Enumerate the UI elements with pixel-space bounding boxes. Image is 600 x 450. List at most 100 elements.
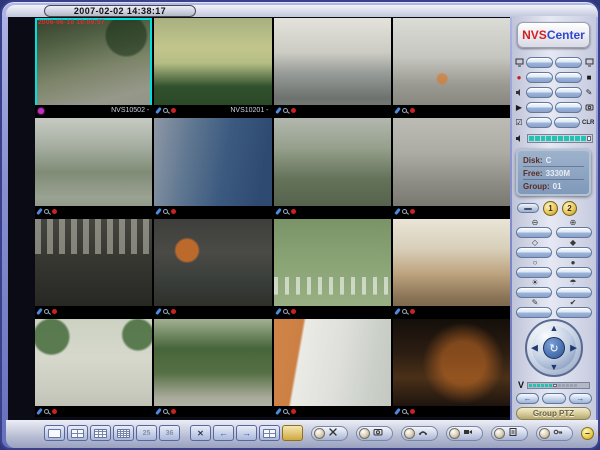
iris-close-button[interactable] (516, 267, 552, 278)
lock-tool-button[interactable] (539, 428, 550, 439)
camera-cell-5[interactable] (35, 118, 152, 216)
focus-far-button[interactable] (516, 247, 552, 258)
zoom-icon (44, 409, 49, 414)
camera-cell-4[interactable] (393, 18, 510, 116)
layout-36-button[interactable]: 36 (159, 425, 180, 441)
group-label: Group: (523, 182, 550, 191)
listen-button[interactable] (526, 87, 553, 98)
cycle-view-button[interactable] (259, 425, 280, 441)
snapshot-tool-button[interactable] (359, 428, 370, 439)
cruise-right-button[interactable]: → (569, 393, 592, 404)
microphone-icon (394, 207, 401, 214)
pan-left-button[interactable]: ◀ (531, 344, 538, 353)
minimize-button[interactable]: – (581, 427, 594, 440)
preset-set-button[interactable] (516, 307, 552, 318)
camera-cell-8[interactable] (393, 118, 510, 216)
group-1-button[interactable]: 1 (543, 201, 558, 216)
camera-status-bar (154, 406, 271, 417)
alarm-check-button[interactable] (526, 117, 552, 128)
volume-slider[interactable] (527, 134, 593, 143)
lock-group[interactable] (536, 426, 573, 441)
record-stop-button[interactable] (555, 72, 582, 83)
fullscreen-button[interactable]: ✕ (190, 425, 211, 441)
zoom-out-button[interactable] (516, 227, 552, 238)
log-tool-button[interactable] (494, 428, 505, 439)
page-prev-button[interactable]: ← (213, 425, 234, 441)
layout-16-button[interactable] (113, 425, 134, 441)
layout-4-button[interactable] (67, 425, 88, 441)
settings-group[interactable] (311, 426, 348, 441)
speed-slider[interactable] (527, 382, 590, 389)
ptz-joystick[interactable]: ▲ ▼ ◀ ▶ ↻ (525, 319, 583, 377)
zoom-in-icon: ⊕ (554, 218, 592, 227)
camera-cell-11[interactable] (274, 219, 391, 317)
page-next-button[interactable]: → (236, 425, 257, 441)
alarm-clear-button[interactable] (554, 117, 580, 128)
group-select-row: 1 2 (517, 200, 591, 216)
layout-9-button[interactable] (90, 425, 111, 441)
connect-button[interactable] (526, 57, 553, 68)
camera-cell-10[interactable] (154, 219, 271, 317)
speed-slider-handle[interactable] (553, 384, 557, 387)
ptz-zoom-row: ⊖ ⊕ (516, 218, 592, 238)
zoom-in-button[interactable] (556, 227, 592, 238)
snapshot-button[interactable] (555, 102, 582, 113)
log-group[interactable] (491, 426, 528, 441)
wiper-button[interactable] (556, 287, 592, 298)
cruise-left-button[interactable]: ← (516, 393, 539, 404)
record-tool-button[interactable] (449, 428, 460, 439)
record-dot-icon (410, 309, 415, 314)
camera-cell-14[interactable] (154, 319, 271, 417)
talk-tool-button[interactable] (404, 428, 415, 439)
camera-cell-15[interactable] (274, 319, 391, 417)
volume-slider-handle[interactable] (587, 136, 591, 141)
cruise-middle-button[interactable] (542, 393, 565, 404)
playback-row: ▶ (513, 101, 595, 114)
snapshot-group[interactable] (356, 426, 393, 441)
iris-open-button[interactable] (556, 267, 592, 278)
light-button[interactable] (516, 287, 552, 298)
preset-call-button[interactable] (556, 307, 592, 318)
pan-up-button[interactable]: ▲ (550, 324, 559, 333)
talk-button[interactable] (555, 87, 582, 98)
camera-cell-9[interactable] (35, 219, 152, 317)
record-dot-icon (410, 209, 415, 214)
microphone-icon (155, 207, 162, 214)
stop-icon: ■ (584, 73, 594, 83)
disk-line: Disk: C (523, 154, 584, 167)
settings-button[interactable] (314, 428, 325, 439)
camera-cell-3[interactable] (274, 18, 391, 116)
talk-group[interactable] (401, 426, 438, 441)
focus-near-button[interactable] (556, 247, 592, 258)
camera-cell-7[interactable] (274, 118, 391, 216)
zoom-icon (163, 108, 168, 113)
camera-cell-16[interactable] (393, 319, 510, 417)
camera-cell-2[interactable]: NVS10201 - (154, 18, 271, 116)
auto-pan-button[interactable]: ↻ (543, 337, 565, 359)
camera-cell-12[interactable] (393, 219, 510, 317)
free-label: Free: (523, 169, 543, 178)
pan-right-button[interactable]: ▶ (570, 344, 577, 353)
iris-open-icon: ● (554, 258, 592, 267)
group-minus-button[interactable] (517, 203, 539, 213)
auto-switch-button[interactable] (282, 425, 303, 441)
control-sidebar: NVSCenter ● ■ ✎ ▶ ☑ (512, 16, 596, 422)
group-ptz-button[interactable]: Group PTZ (516, 407, 591, 420)
microphone-icon (275, 107, 282, 114)
layout-1-button[interactable] (44, 425, 65, 441)
pan-down-button[interactable]: ▼ (550, 363, 559, 372)
grid-icon (263, 429, 276, 438)
group-2-button[interactable]: 2 (562, 201, 577, 216)
camera-cell-13[interactable] (35, 319, 152, 417)
disconnect-button[interactable] (555, 57, 582, 68)
record-group[interactable] (446, 426, 483, 441)
record-start-button[interactable] (526, 72, 553, 83)
playback-button[interactable] (526, 102, 553, 113)
microphone-icon (155, 107, 162, 114)
record-row: ● ■ (513, 71, 595, 84)
zoom-icon (402, 108, 407, 113)
microphone-icon (394, 308, 401, 315)
camera-cell-6[interactable] (154, 118, 271, 216)
camera-cell-1[interactable]: 2006-06-10 10:09:57 NVS10502 - (35, 18, 152, 116)
layout-25-button[interactable]: 25 (136, 425, 157, 441)
